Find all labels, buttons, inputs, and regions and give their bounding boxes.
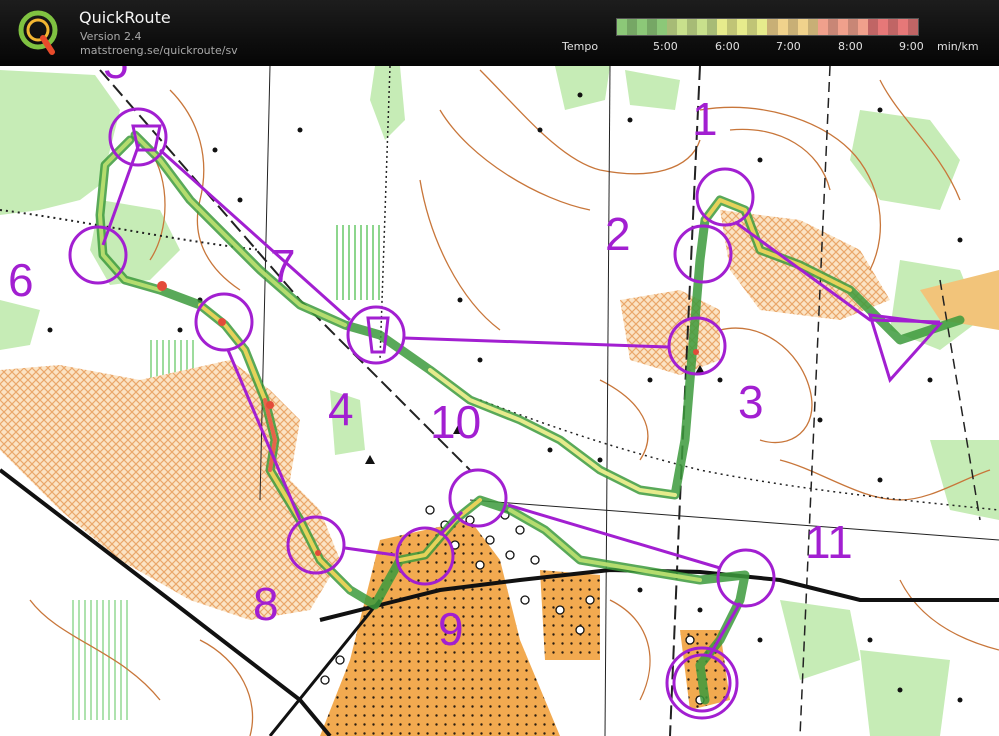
tempo-scale-cell	[887, 19, 898, 35]
tempo-scale-cell	[647, 19, 658, 35]
control-number: 8	[253, 578, 279, 630]
tempo-color-scale	[616, 18, 919, 36]
tempo-scale-cell	[707, 19, 718, 35]
control-number: 6	[8, 254, 34, 306]
control-number: 7	[270, 240, 296, 292]
tempo-tick: 5:00	[653, 40, 678, 53]
tempo-tick: 7:00	[776, 40, 801, 53]
tempo-scale-cell	[667, 19, 678, 35]
control-number: 4	[328, 383, 354, 435]
undergrowth-stripes	[335, 225, 380, 300]
tempo-tick: 8:00	[838, 40, 863, 53]
control-number: 11	[805, 516, 853, 568]
control-number: 1	[692, 93, 718, 145]
tempo-scale-cell	[637, 19, 648, 35]
control-number: 9	[438, 603, 464, 655]
tempo-scale-cell	[857, 19, 868, 35]
tempo-scale-cell	[617, 19, 628, 35]
tempo-scale-cell	[847, 19, 858, 35]
app-title: QuickRoute	[79, 8, 171, 27]
map-canvas[interactable]: 6 7 4 10 8 9 1 2 3 11 5	[0, 66, 999, 736]
app-url[interactable]: matstroeng.se/quickroute/sv	[80, 44, 238, 57]
tempo-scale-cell	[627, 19, 638, 35]
tempo-scale-cell	[677, 19, 688, 35]
tempo-tick: 6:00	[715, 40, 740, 53]
tempo-scale-cell	[827, 19, 838, 35]
tempo-scale-cell	[787, 19, 798, 35]
tempo-scale-cell	[817, 19, 828, 35]
tempo-scale-cell	[767, 19, 778, 35]
tempo-scale-cell	[757, 19, 768, 35]
tempo-scale-cell	[807, 19, 818, 35]
tempo-scale-cell	[907, 19, 918, 35]
tempo-unit: min/km	[937, 40, 979, 53]
quickroute-viewer: QuickRoute Version 2.4 matstroeng.se/qui…	[0, 0, 999, 736]
tempo-scale-cell	[777, 19, 788, 35]
quickroute-logo-icon	[18, 10, 58, 55]
tempo-scale-cell	[837, 19, 848, 35]
tempo-scale-cell	[797, 19, 808, 35]
tempo-scale-cell	[697, 19, 708, 35]
tempo-scale-cell	[897, 19, 908, 35]
control-number: 5	[103, 66, 129, 88]
app-version: Version 2.4	[80, 30, 142, 43]
tempo-scale-cell	[747, 19, 758, 35]
header-bar: QuickRoute Version 2.4 matstroeng.se/qui…	[0, 0, 999, 66]
tempo-scale-cell	[867, 19, 878, 35]
undergrowth-stripes	[70, 600, 130, 720]
tempo-scale-cell	[727, 19, 738, 35]
tempo-tick: 9:00	[899, 40, 924, 53]
tempo-label: Tempo	[562, 40, 599, 53]
tempo-scale-cell	[687, 19, 698, 35]
control-number: 3	[738, 376, 764, 428]
tempo-scale-cell	[877, 19, 888, 35]
tempo-scale-cell	[737, 19, 748, 35]
control-number: 2	[605, 208, 631, 260]
control-number: 10	[430, 396, 481, 448]
tempo-scale-cell	[717, 19, 728, 35]
orienteering-map[interactable]: 6 7 4 10 8 9 1 2 3 11 5	[0, 66, 999, 736]
tempo-scale-cell	[657, 19, 668, 35]
